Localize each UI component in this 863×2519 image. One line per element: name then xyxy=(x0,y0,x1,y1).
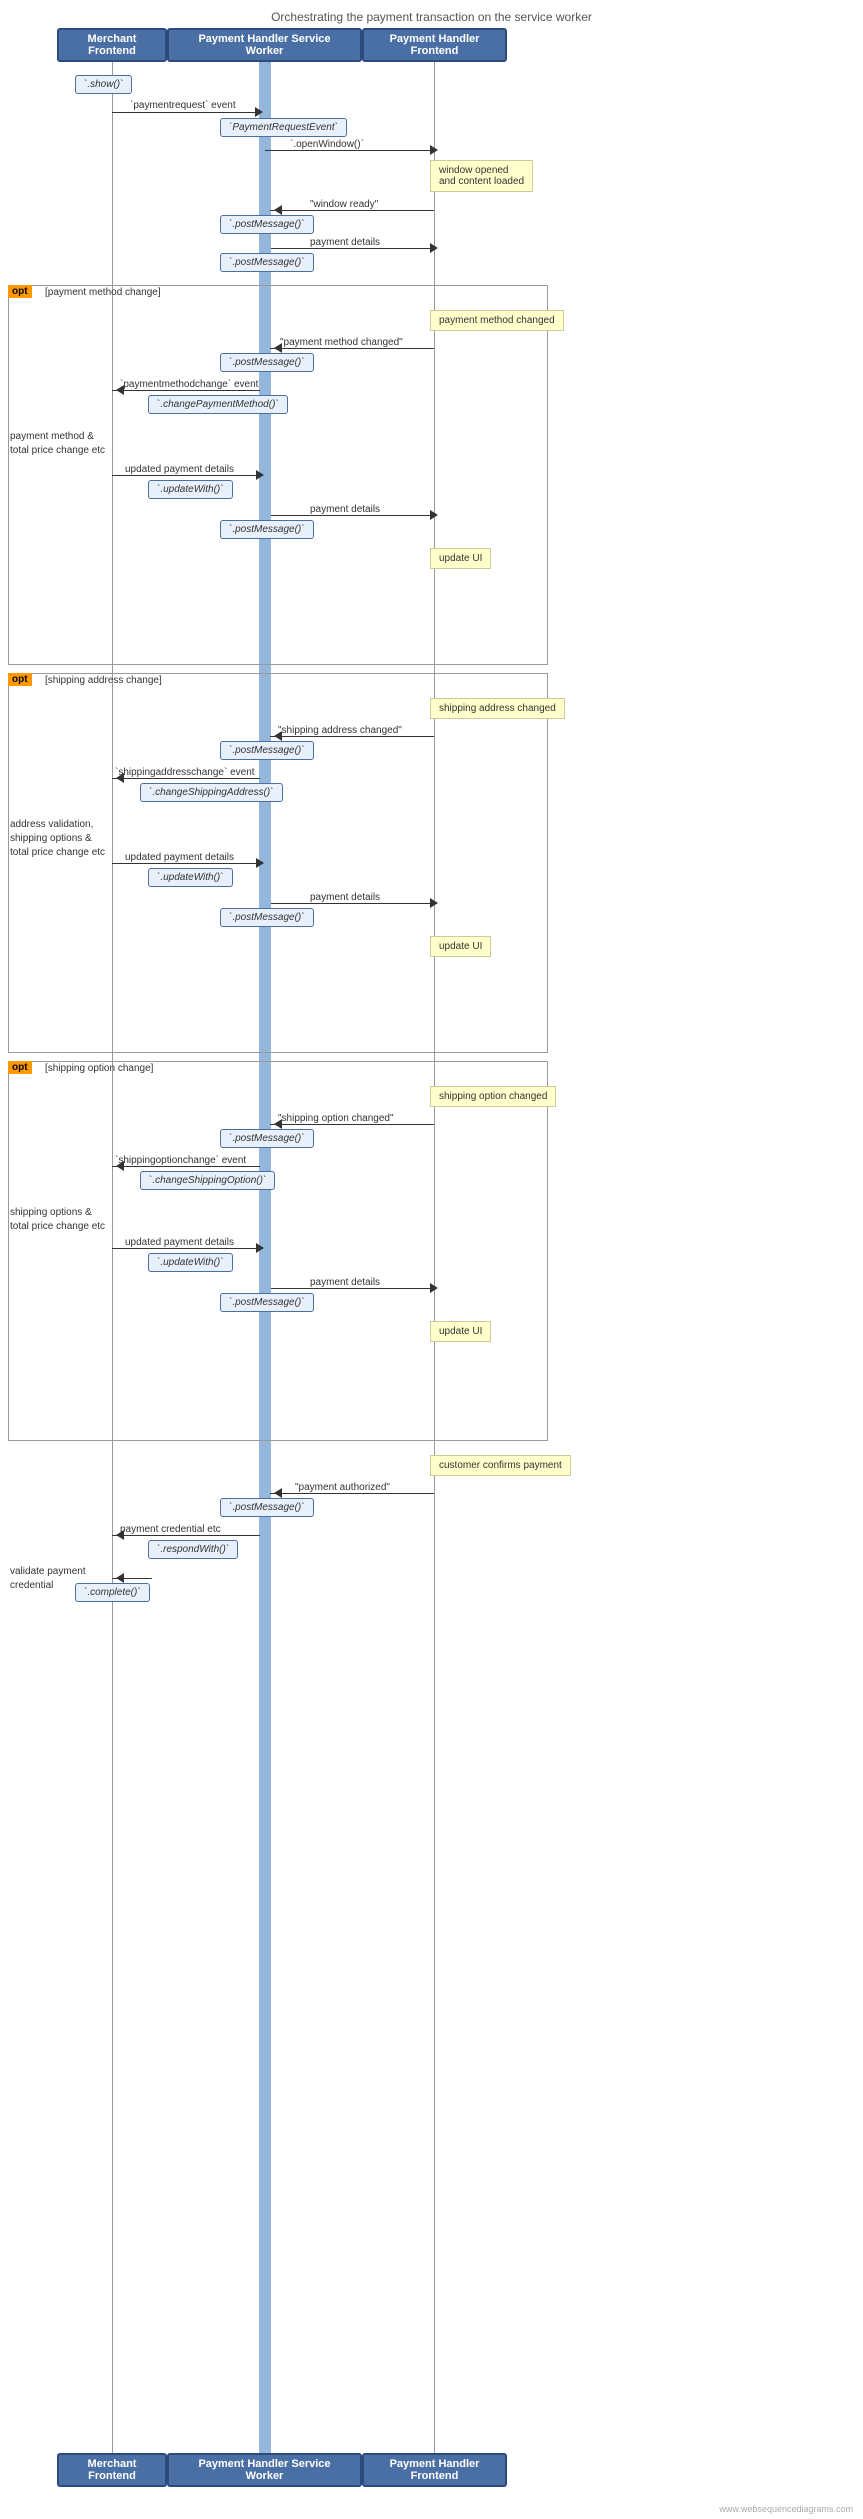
arrow-updated-so-label: updated payment details xyxy=(125,1237,234,1248)
arrow-pmchanged-label: "payment method changed" xyxy=(280,337,403,348)
changepaymentmethod-box: `.changePaymentMethod()` xyxy=(148,395,288,414)
arrow-updated-pm-label: updated payment details xyxy=(125,464,234,475)
footer-merchant: Merchant Frontend xyxy=(57,2453,167,2487)
updatewith-box-pm: `.updateWith()` xyxy=(148,480,233,499)
arrow-updated-sa-line xyxy=(112,863,260,864)
arrow-credential-label: payment credential etc xyxy=(120,1524,221,1535)
arrow-paymentrequest-line xyxy=(112,112,260,113)
arrow-paymentdetails-label: payment details xyxy=(310,237,380,248)
respondwith-box: `.respondWith()` xyxy=(148,1540,238,1559)
arrow-openwindow-head xyxy=(430,145,438,155)
arrow-updated-so-line xyxy=(112,1248,260,1249)
note-pm-total: payment method &total price change etc xyxy=(10,430,110,458)
opt-label-payment-method: opt xyxy=(8,285,32,298)
footer-frontend: Payment Handler Frontend xyxy=(362,2453,507,2487)
arrow-payauth-line xyxy=(270,1493,434,1494)
postmessage-box-pm: `.postMessage()` xyxy=(220,353,314,372)
arrow-pmchanged-line xyxy=(270,348,434,349)
arrow-pd-sa-label: payment details xyxy=(310,892,380,903)
note-shipping-addr-changed: shipping address changed xyxy=(430,698,565,719)
postmessage-box-sa2: `.postMessage()` xyxy=(220,908,314,927)
footer-sw: Payment Handler Service Worker xyxy=(167,2453,362,2487)
arrow-updated-pm-head xyxy=(256,470,264,480)
note-addr-validation: address validation,shipping options &tot… xyxy=(10,818,115,860)
participant-sw: Payment Handler Service Worker xyxy=(167,28,362,62)
arrow-pmchange-event-label: `paymentmethodchange` event xyxy=(120,379,258,390)
note-update-ui-sa: update UI xyxy=(430,936,491,957)
diagram-container: Orchestrating the payment transaction on… xyxy=(0,0,863,2519)
arrow-pd-pm-head xyxy=(430,510,438,520)
arrow-paymentdetails-head xyxy=(430,243,438,253)
note-customer-confirms: customer confirms payment xyxy=(430,1455,571,1476)
opt-label-shipping-addr: opt xyxy=(8,673,32,686)
note-so-price: shipping options &total price change etc xyxy=(10,1206,115,1234)
opt-condition-shipping-addr: [shipping address change] xyxy=(45,675,162,686)
watermark: www.websequencediagrams.com xyxy=(719,2504,853,2514)
arrow-windowready-line xyxy=(270,210,434,211)
postmessage-box-pm2: `.postMessage()` xyxy=(220,520,314,539)
show-method: `.show()` xyxy=(75,75,132,94)
arrow-paymentdetails-line xyxy=(271,248,434,249)
arrow-payauth-label: "payment authorized" xyxy=(295,1482,390,1493)
participant-merchant: Merchant Frontend xyxy=(57,28,167,62)
postmessage-box-sa: `.postMessage()` xyxy=(220,741,314,760)
arrow-paymentrequest-label: `paymentrequest` event xyxy=(130,100,236,111)
arrow-pd-pm-line xyxy=(271,515,434,516)
opt-frame-payment-method xyxy=(8,285,548,665)
arrow-windowready-head xyxy=(274,205,282,215)
updatewith-box-so: `.updateWith()` xyxy=(148,1253,233,1272)
payment-request-event-box: `PaymentRequestEvent` xyxy=(220,118,347,137)
arrow-updated-so-head xyxy=(256,1243,264,1253)
postmessage-box-auth: `.postMessage()` xyxy=(220,1498,314,1517)
complete-box: `.complete()` xyxy=(75,1583,150,1602)
arrow-sachanged-line xyxy=(270,736,434,737)
arrow-updated-pm-line xyxy=(112,475,260,476)
arrow-updated-sa-label: updated payment details xyxy=(125,852,234,863)
arrow-openwindow-label: `.openWindow()` xyxy=(290,139,364,150)
note-shipping-opt-changed: shipping option changed xyxy=(430,1086,556,1107)
arrow-sochanged-label: "shipping option changed" xyxy=(278,1113,394,1124)
arrow-pd-so-head xyxy=(430,1283,438,1293)
arrow-pd-so-line xyxy=(271,1288,434,1289)
changeshippingoption-box: `.changeShippingOption()` xyxy=(140,1171,275,1190)
arrow-pd-sa-line xyxy=(271,903,434,904)
postmessage-box-so2: `.postMessage()` xyxy=(220,1293,314,1312)
updatewith-box-sa: `.updateWith()` xyxy=(148,868,233,887)
note-window-opened: window openedand content loaded xyxy=(430,160,533,192)
postmessage-box-2: `.postMessage()` xyxy=(220,253,314,272)
arrow-pd-pm-label: payment details xyxy=(310,504,380,515)
note-update-ui-so: update UI xyxy=(430,1321,491,1342)
note-payment-method-changed: payment method changed xyxy=(430,310,564,331)
arrow-sochange-event-line xyxy=(112,1166,260,1167)
postmessage-box-so: `.postMessage()` xyxy=(220,1129,314,1148)
arrow-sachange-event-line xyxy=(112,778,260,779)
note-update-ui-pm: update UI xyxy=(430,548,491,569)
opt-label-shipping-opt: opt xyxy=(8,1061,32,1074)
arrow-sachanged-label: "shipping address changed" xyxy=(278,725,402,736)
changeshippingaddress-box: `.changeShippingAddress()` xyxy=(140,783,283,802)
postmessage-box-1: `.postMessage()` xyxy=(220,215,314,234)
arrow-credential-line xyxy=(112,1535,260,1536)
arrow-sachange-event-label: `shippingaddresschange` event xyxy=(115,767,255,778)
arrow-openwindow-line xyxy=(265,150,435,151)
arrow-pmchange-event-line xyxy=(112,390,260,391)
arrow-pd-so-label: payment details xyxy=(310,1277,380,1288)
arrow-updated-sa-head xyxy=(256,858,264,868)
arrow-small-merchant-head xyxy=(116,1573,124,1583)
arrow-sochange-event-label: `shippingoptionchange` event xyxy=(115,1155,246,1166)
arrow-windowready-label: "window ready" xyxy=(310,199,378,210)
opt-condition-shipping-opt: [shipping option change] xyxy=(45,1063,153,1074)
arrow-paymentrequest-head xyxy=(255,107,263,117)
arrow-payauth-head xyxy=(274,1488,282,1498)
opt-condition-payment-method: [payment method change] xyxy=(45,287,161,298)
arrow-pd-sa-head xyxy=(430,898,438,908)
participant-frontend: Payment Handler Frontend xyxy=(362,28,507,62)
arrow-sochanged-line xyxy=(270,1124,434,1125)
